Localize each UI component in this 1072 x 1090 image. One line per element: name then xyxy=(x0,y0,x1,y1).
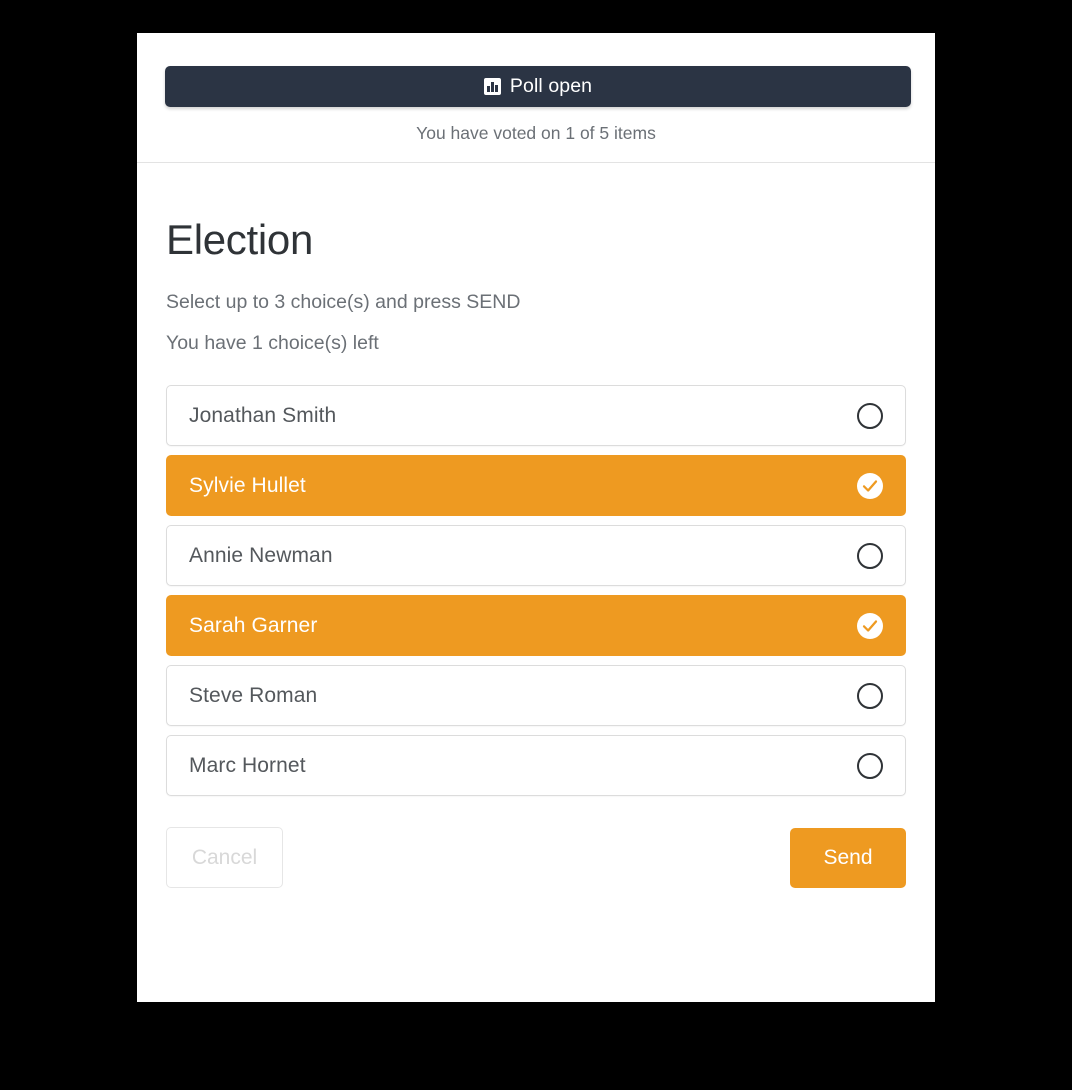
poll-option-row[interactable]: Jonathan Smith xyxy=(166,385,906,446)
poll-option-row[interactable]: Sylvie Hullet xyxy=(166,455,906,516)
radio-empty-icon[interactable] xyxy=(857,752,883,779)
poll-option-row[interactable]: Annie Newman xyxy=(166,525,906,586)
poll-body: Election Select up to 3 choice(s) and pr… xyxy=(137,163,935,1002)
poll-option-label: Steve Roman xyxy=(189,683,318,707)
poll-option-label: Sarah Garner xyxy=(189,613,318,637)
poll-card: Poll open You have voted on 1 of 5 items… xyxy=(137,33,935,1002)
radio-empty-icon[interactable] xyxy=(857,682,883,709)
page-root: Poll open You have voted on 1 of 5 items… xyxy=(0,0,1072,1090)
poll-choices-left-text: You have 1 choice(s) left xyxy=(166,332,379,354)
bar-chart-icon xyxy=(483,78,501,95)
page-title: Election xyxy=(166,216,314,263)
poll-option-label: Jonathan Smith xyxy=(189,403,337,427)
poll-status-label: Poll open xyxy=(509,74,593,97)
check-circle-icon[interactable] xyxy=(857,612,883,639)
poll-option-label: Marc Hornet xyxy=(189,753,306,777)
poll-option-list: Jonathan Smith Sylvie Hullet Annie Newman S… xyxy=(166,385,906,796)
poll-option-row[interactable]: Marc Hornet xyxy=(166,735,906,796)
radio-empty-icon[interactable] xyxy=(857,542,883,569)
poll-instruction-text: Select up to 3 choice(s) and press SEND xyxy=(166,291,521,313)
cancel-button[interactable]: Cancel xyxy=(166,827,283,888)
poll-status-header: Poll open You have voted on 1 of 5 items xyxy=(137,33,935,172)
poll-option-row[interactable]: Sarah Garner xyxy=(166,595,906,656)
poll-option-label: Annie Newman xyxy=(189,543,333,567)
poll-actions: Cancel Send xyxy=(166,827,906,888)
poll-status-bar: Poll open xyxy=(165,66,911,107)
radio-empty-icon[interactable] xyxy=(857,402,883,429)
check-circle-icon[interactable] xyxy=(857,472,883,499)
send-button[interactable]: Send xyxy=(790,827,906,888)
poll-option-row[interactable]: Steve Roman xyxy=(166,665,906,726)
voted-summary-text: You have voted on 1 of 5 items xyxy=(416,123,656,143)
poll-option-label: Sylvie Hullet xyxy=(189,473,306,497)
